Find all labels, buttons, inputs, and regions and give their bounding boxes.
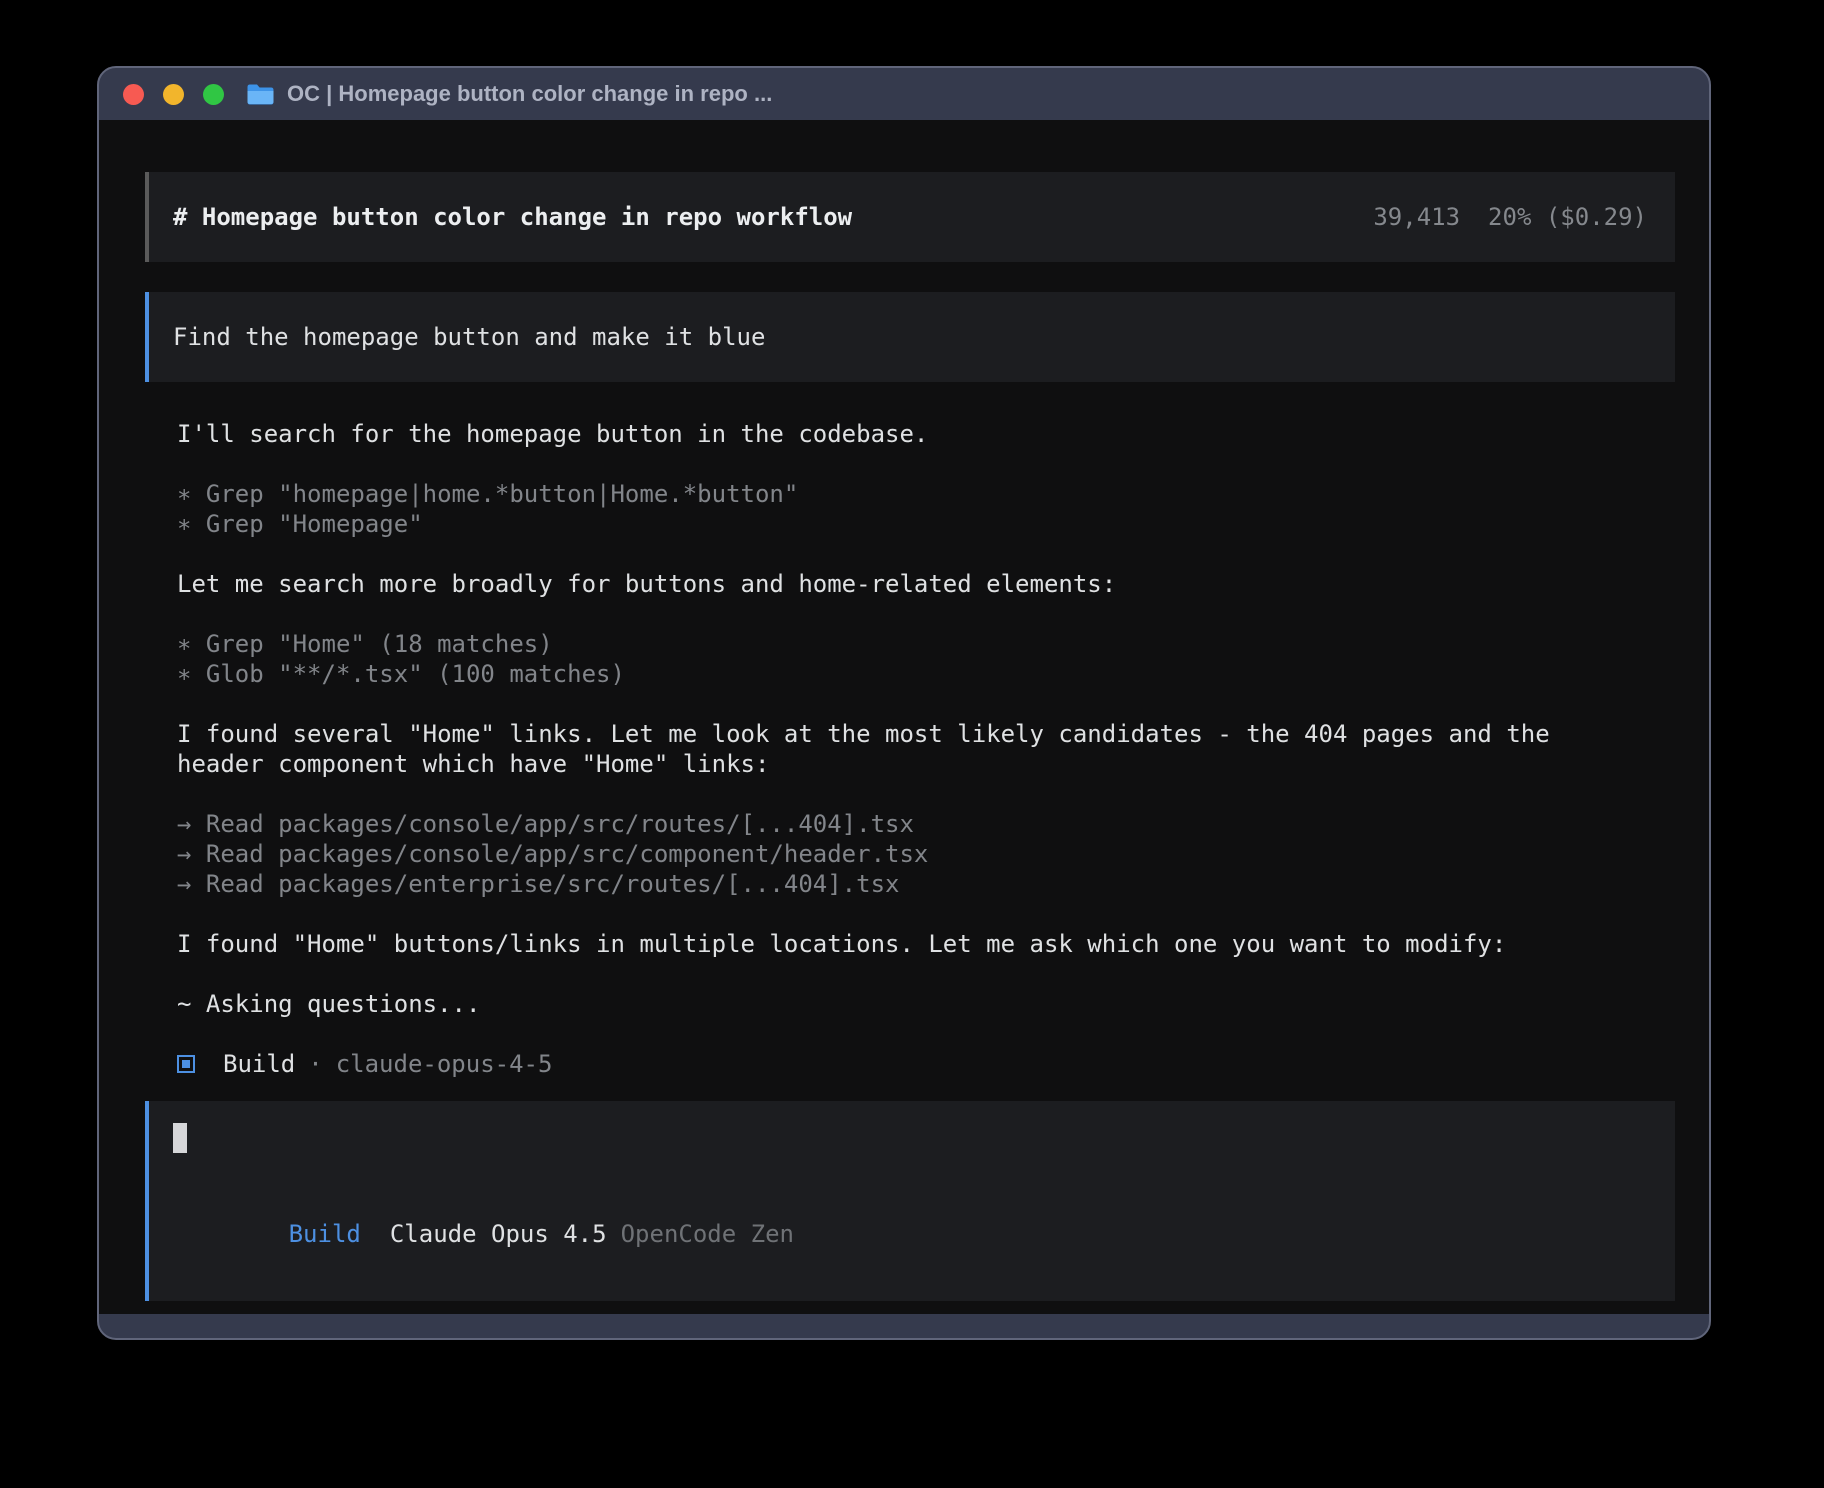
- assistant-text: I found "Home" buttons/links in multiple…: [177, 929, 1675, 959]
- separator-dot: ·: [308, 1049, 322, 1079]
- tool-call-read: → Read packages/enterprise/src/routes/[.…: [177, 869, 1675, 899]
- terminal-window: OC | Homepage button color change in rep…: [97, 66, 1711, 1340]
- spacer: [177, 539, 1675, 569]
- maximize-button[interactable]: [203, 84, 224, 105]
- titlebar: OC | Homepage button color change in rep…: [99, 68, 1709, 120]
- assistant-text: I'll search for the homepage button in t…: [177, 419, 1675, 449]
- folder-icon: [246, 83, 274, 106]
- spacer: [177, 1019, 1675, 1049]
- tool-call-grep: ∗ Grep "homepage|home.*button|Home.*butt…: [177, 479, 1675, 509]
- assistant-text: I found several "Home" links. Let me loo…: [177, 719, 1675, 749]
- context-cost: 20% ($0.29): [1488, 202, 1647, 232]
- token-count: 39,413: [1373, 202, 1460, 232]
- window-bottom-edge: [99, 1314, 1709, 1338]
- spacer: [177, 449, 1675, 479]
- tool-call-glob: ∗ Glob "**/*.tsx" (100 matches): [177, 659, 1675, 689]
- user-message: Find the homepage button and make it blu…: [145, 292, 1675, 382]
- assistant-transcript: I'll search for the homepage button in t…: [145, 419, 1675, 1079]
- tool-call-grep: ∗ Grep "Homepage": [177, 509, 1675, 539]
- window-controls: [123, 84, 224, 105]
- session-stats: 39,413 20% ($0.29): [1373, 202, 1647, 232]
- close-button[interactable]: [123, 84, 144, 105]
- terminal-content: # Homepage button color change in repo w…: [99, 120, 1709, 1314]
- tool-call-grep: ∗ Grep "Home" (18 matches): [177, 629, 1675, 659]
- assistant-text: header component which have "Home" links…: [177, 749, 1675, 779]
- tool-call-read: → Read packages/console/app/src/componen…: [177, 839, 1675, 869]
- spacer: [177, 599, 1675, 629]
- spacer: [177, 689, 1675, 719]
- assistant-status-text: ~ Asking questions...: [177, 989, 1675, 1019]
- input-status-line: Build Claude Opus 4.5 OpenCode Zen: [173, 1189, 1647, 1279]
- spacer: [177, 779, 1675, 809]
- input-mode-badge[interactable]: Build: [289, 1220, 361, 1248]
- session-header: # Homepage button color change in repo w…: [145, 172, 1675, 262]
- text-cursor: [173, 1123, 187, 1153]
- assistant-text: Let me search more broadly for buttons a…: [177, 569, 1675, 599]
- agent-build-icon: [177, 1055, 195, 1073]
- agent-model: claude-opus-4-5: [336, 1049, 553, 1079]
- agent-status-line: Build · claude-opus-4-5: [177, 1049, 1675, 1079]
- input-model-label: Claude Opus 4.5: [390, 1220, 607, 1248]
- window-title: OC | Homepage button color change in rep…: [287, 81, 772, 107]
- session-title: # Homepage button color change in repo w…: [173, 202, 852, 232]
- prompt-input[interactable]: Build Claude Opus 4.5 OpenCode Zen: [145, 1101, 1675, 1301]
- agent-name: Build: [223, 1049, 295, 1079]
- minimize-button[interactable]: [163, 84, 184, 105]
- input-provider-label: OpenCode Zen: [621, 1220, 794, 1248]
- tool-call-read: → Read packages/console/app/src/routes/[…: [177, 809, 1675, 839]
- spacer: [177, 959, 1675, 989]
- spacer: [177, 899, 1675, 929]
